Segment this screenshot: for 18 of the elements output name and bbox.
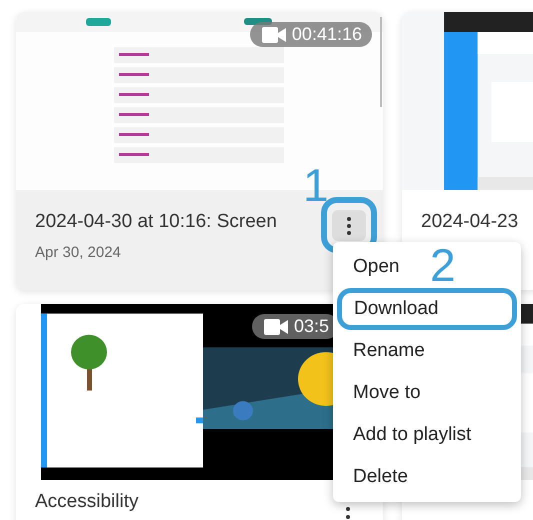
video-title[interactable]: 2024-04-23 bbox=[421, 210, 518, 234]
video-title[interactable]: 2024-04-30 at 10:16: Screen bbox=[35, 210, 277, 234]
video-camera-icon bbox=[264, 318, 288, 336]
video-title[interactable]: Accessibility bbox=[35, 490, 138, 514]
menu-item[interactable]: Rename bbox=[333, 330, 521, 372]
video-camera-icon bbox=[262, 26, 286, 44]
callout-number: 2 bbox=[430, 242, 456, 288]
duration-text: 03:5 bbox=[294, 315, 330, 338]
duration-text: 00:41:16 bbox=[292, 23, 362, 46]
vertical-dots-icon bbox=[347, 216, 351, 234]
menu-item[interactable]: Download bbox=[337, 288, 517, 330]
video-date: Apr 30, 2024 bbox=[35, 243, 122, 263]
vertical-dots-icon bbox=[346, 507, 350, 519]
callout-number: 1 bbox=[303, 162, 329, 208]
more-options-button[interactable] bbox=[332, 210, 366, 241]
menu-item[interactable]: Delete bbox=[333, 456, 521, 498]
menu-item[interactable]: Add to playlist bbox=[333, 414, 521, 456]
menu-item[interactable]: Move to bbox=[333, 372, 521, 414]
